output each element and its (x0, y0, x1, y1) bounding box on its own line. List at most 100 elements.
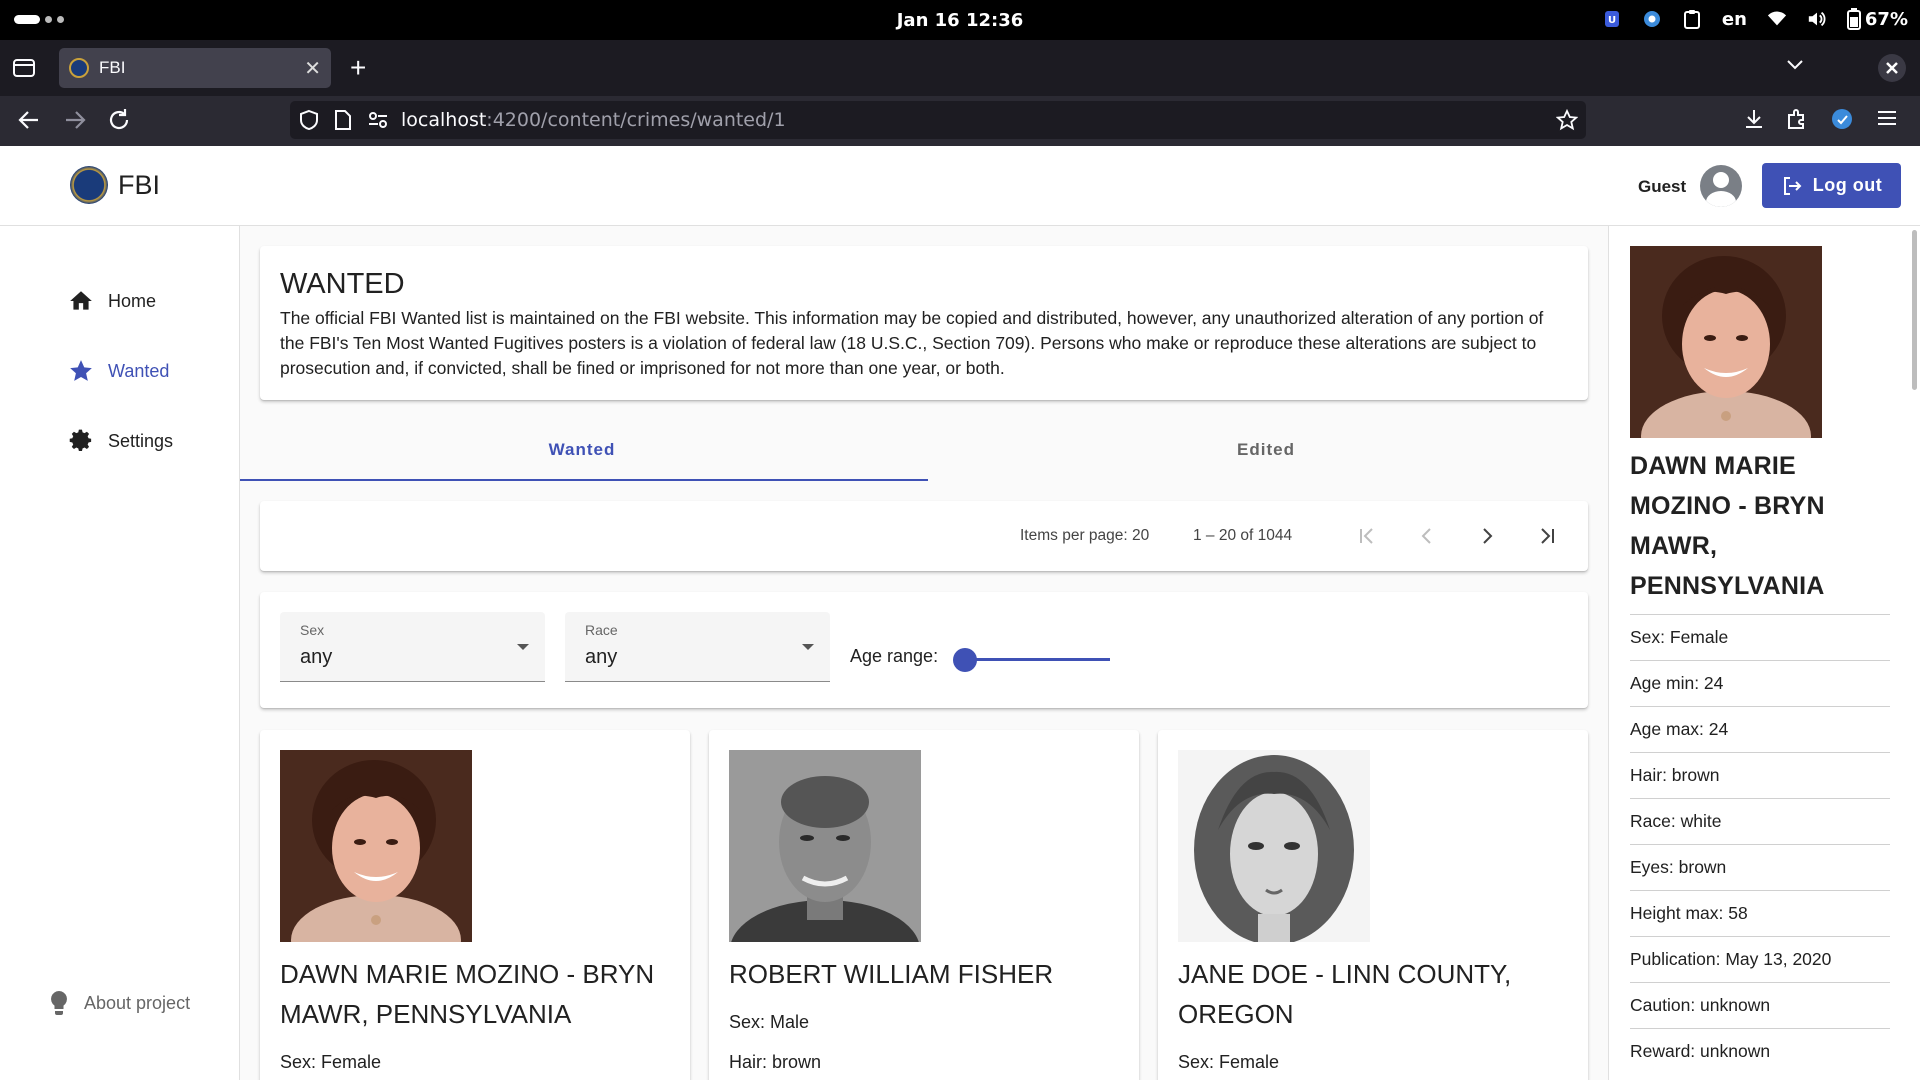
first-page-icon[interactable] (1349, 518, 1385, 554)
items-per-page-label[interactable]: Items per page: 20 (1020, 527, 1149, 545)
tab-close-icon[interactable]: ✕ (304, 56, 321, 81)
sidebar-item-label: Wanted (108, 360, 170, 381)
window-close-button[interactable] (1878, 54, 1906, 82)
app-header: FBI Guest Log out (0, 146, 1920, 226)
wanted-detail-line: Sex: Male (729, 1012, 810, 1032)
extension-app-icon[interactable] (1830, 107, 1858, 135)
detail-row: Race: white (1630, 798, 1890, 844)
tab-overview-icon[interactable] (12, 56, 38, 80)
battery-percent: 67% (1864, 8, 1908, 30)
previous-page-icon[interactable] (1409, 518, 1445, 554)
dropdown-arrow-icon (802, 644, 814, 650)
sync-app-icon[interactable] (1642, 9, 1662, 29)
sidebar-item-label: Settings (108, 430, 174, 451)
downloads-icon[interactable] (1742, 107, 1770, 135)
volume-icon[interactable] (1807, 9, 1827, 29)
url-text[interactable]: localhost:4200/content/crimes/wanted/1 (401, 109, 786, 131)
detail-row: Reward: unknown (1630, 1028, 1890, 1074)
age-range-label: Age range: (850, 646, 939, 666)
detail-panel: DAWN MARIE MOZINO - BRYN MAWR, PENNSYLVA… (1608, 226, 1920, 1080)
battery-icon (1846, 8, 1861, 30)
app-brand-title[interactable]: FBI (118, 170, 160, 201)
wanted-name: ROBERT WILLIAM FISHER (729, 959, 1054, 989)
permissions-icon[interactable] (368, 111, 388, 134)
wanted-card[interactable]: JANE DOE - LINN COUNTY, OREGON Sex: Fema… (1158, 730, 1588, 1080)
user-avatar[interactable] (1700, 165, 1742, 207)
sidebar: Home Wanted Settings About project (0, 226, 240, 1080)
wanted-detail-line: Hair: brown (729, 1052, 822, 1072)
wifi-icon[interactable] (1767, 9, 1787, 29)
hamburger-menu-icon[interactable] (1876, 107, 1904, 135)
star-icon (70, 360, 92, 381)
fbi-favicon-icon (69, 58, 89, 78)
battery-status[interactable]: 67% (1846, 8, 1908, 30)
logout-label: Log out (1812, 175, 1883, 195)
intro-description: The official FBI Wanted list is maintain… (280, 308, 1544, 378)
os-top-bar: Jan 16 12:36 U en 67% (0, 0, 1920, 40)
keyboard-language[interactable]: en (1722, 9, 1747, 30)
url-bar[interactable]: localhost:4200/content/crimes/wanted/1 (290, 101, 1586, 139)
sidebar-item-label: Home (108, 290, 157, 311)
forward-arrow-icon[interactable] (62, 107, 90, 135)
logout-icon (1783, 176, 1802, 195)
race-select-value: any (585, 646, 618, 668)
detail-attributes: Sex: Female Age min: 24 Age max: 24 Hair… (1630, 614, 1890, 1074)
detail-row: Eyes: brown (1630, 844, 1890, 890)
fbi-seal-logo[interactable] (70, 166, 108, 204)
age-slider-thumb[interactable] (953, 648, 977, 672)
system-tray[interactable]: U en 67% (1602, 8, 1908, 30)
user-name-label: Guest (1638, 177, 1687, 196)
list-all-tabs-chevron-down-icon[interactable] (1786, 58, 1804, 76)
wanted-photo[interactable] (1178, 750, 1370, 942)
detail-row: Hair: brown (1630, 752, 1890, 798)
page-title: WANTED (280, 268, 405, 300)
wanted-photo[interactable] (729, 750, 921, 942)
page-info-icon[interactable] (334, 109, 352, 136)
detail-row: Age max: 24 (1630, 706, 1890, 752)
wanted-intro-card: WANTED The official FBI Wanted list is m… (260, 246, 1588, 400)
next-page-icon[interactable] (1469, 518, 1505, 554)
detail-row: Sex: Female (1630, 614, 1890, 660)
reload-icon[interactable] (106, 107, 134, 135)
browser-tab-strip: FBI ✕ + (0, 40, 1920, 96)
logout-button[interactable]: Log out (1762, 163, 1901, 208)
wanted-name: DAWN MARIE MOZINO - BRYN MAWR, PENNSYLVA… (280, 959, 655, 1029)
tracking-shield-icon[interactable] (298, 109, 320, 136)
detail-scrollbar[interactable] (1912, 230, 1917, 390)
filters-card: Sex any Race any Age range: (260, 592, 1588, 708)
sidebar-item-home[interactable]: Home (68, 288, 156, 314)
url-path: :4200/content/crimes/wanted/1 (486, 109, 786, 131)
tab-title: FBI (99, 58, 126, 77)
sex-select-label: Sex (300, 622, 325, 638)
age-slider-track[interactable] (966, 658, 1110, 661)
wanted-card[interactable]: ROBERT WILLIAM FISHER Sex: Male Hair: br… (709, 730, 1139, 1080)
tab-wanted[interactable]: Wanted (240, 440, 924, 460)
sidebar-item-settings[interactable]: Settings (68, 428, 173, 454)
race-select[interactable]: Race any (565, 612, 830, 682)
bookmark-star-icon[interactable] (1555, 108, 1579, 136)
shield-app-icon[interactable]: U (1602, 9, 1622, 29)
detail-row: Publication: May 13, 2020 (1630, 936, 1890, 982)
sidebar-item-wanted[interactable]: Wanted (68, 358, 169, 384)
about-project-label: About project (84, 992, 191, 1013)
detail-name: DAWN MARIE MOZINO - BRYN MAWR, PENNSYLVA… (1630, 452, 1825, 600)
clipboard-icon[interactable] (1682, 9, 1702, 29)
home-icon (70, 291, 92, 310)
back-arrow-icon[interactable] (16, 107, 44, 135)
about-project-link[interactable]: About project (48, 990, 190, 1016)
lightbulb-icon (51, 991, 67, 1015)
browser-tab-active[interactable]: FBI ✕ (59, 48, 331, 88)
wanted-card[interactable]: DAWN MARIE MOZINO - BRYN MAWR, PENNSYLVA… (260, 730, 690, 1080)
tab-edited[interactable]: Edited (924, 440, 1608, 460)
sex-select[interactable]: Sex any (280, 612, 545, 682)
last-page-icon[interactable] (1529, 518, 1565, 554)
dropdown-arrow-icon (517, 644, 529, 650)
paginator-range-label: 1 – 20 of 1044 (1193, 527, 1293, 544)
sex-select-value: any (300, 646, 333, 668)
wanted-photo[interactable] (280, 750, 472, 942)
race-select-label: Race (585, 622, 618, 638)
new-tab-button[interactable]: + (350, 54, 366, 82)
detail-row: Age min: 24 (1630, 660, 1890, 706)
extensions-puzzle-icon[interactable] (1785, 107, 1813, 135)
paginator: Items per page: 20 1 – 20 of 1044 (260, 501, 1588, 571)
